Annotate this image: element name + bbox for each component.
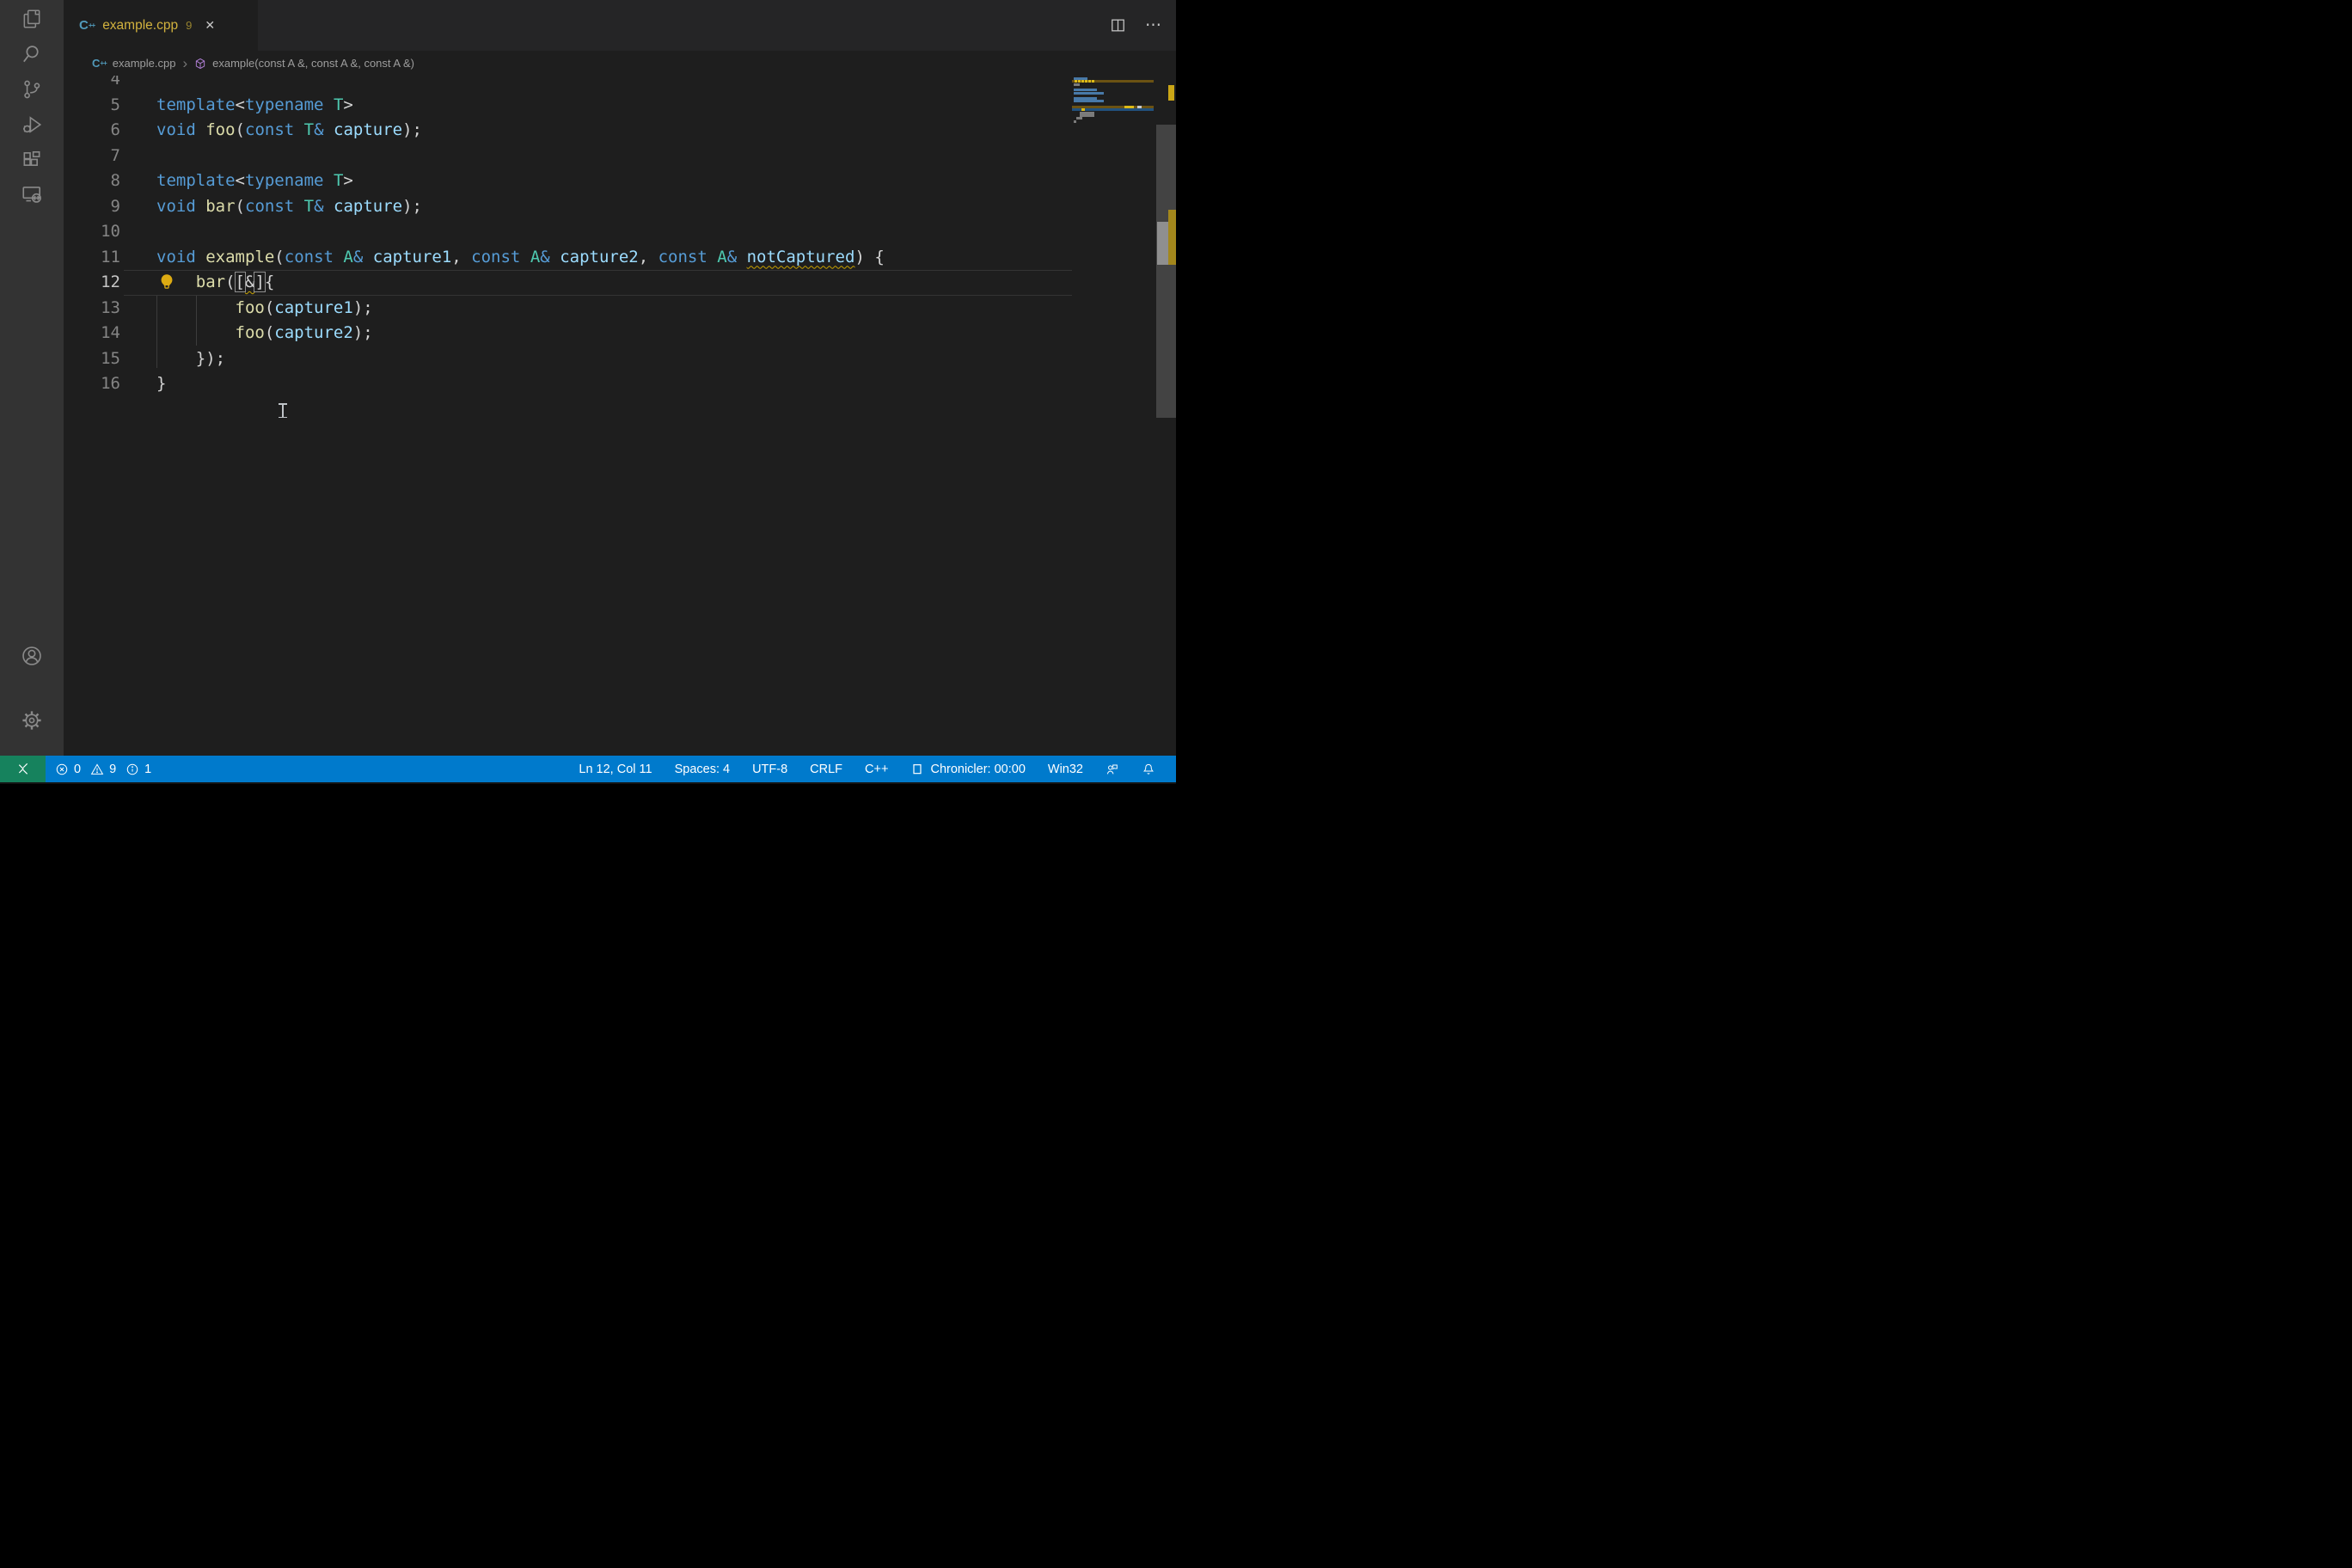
breadcrumb-symbol[interactable]: example(const A &, const A &, const A &): [212, 57, 414, 70]
square-icon: [910, 763, 924, 776]
remote-icon: [16, 763, 30, 776]
line-number: 13: [64, 296, 120, 322]
code-line-13[interactable]: 13 foo(capture1);: [64, 296, 1072, 322]
breadcrumb: C++ example.cpp › example(const A &, con…: [64, 51, 1176, 76]
code-line-16[interactable]: 16}: [64, 371, 1072, 397]
split-editor-icon[interactable]: [1110, 17, 1126, 34]
info-count: 1: [144, 763, 151, 776]
notifications-bell-icon[interactable]: [1142, 763, 1155, 776]
tab-problems-badge: 9: [186, 19, 192, 32]
error-icon: [55, 763, 69, 776]
platform-status[interactable]: Win32: [1048, 763, 1083, 776]
warning-icon: [90, 763, 104, 776]
code-line-7[interactable]: 7: [64, 144, 1072, 169]
tab-bar: C++ example.cpp 9 ✕ ⋯: [64, 0, 1176, 51]
line-number: 11: [64, 245, 120, 271]
breadcrumb-file[interactable]: example.cpp: [113, 57, 176, 70]
scrollbar-overview-ruler: [1156, 76, 1176, 756]
extensions-icon[interactable]: [21, 149, 43, 171]
mouse-ibeam-cursor: [279, 403, 287, 418]
line-number: 5: [64, 93, 120, 119]
indent-guide: [156, 296, 157, 368]
line-number: 16: [64, 371, 120, 397]
encoding-status[interactable]: UTF-8: [752, 763, 787, 776]
code-line-12[interactable]: 12 bar([&]{: [64, 270, 1072, 296]
activity-bar: [0, 0, 64, 784]
error-count: 0: [74, 763, 81, 776]
vscode-window: C++ example.cpp 9 ✕ ⋯ C++ example.cpp › …: [0, 0, 1176, 784]
feedback-icon[interactable]: [1106, 763, 1119, 776]
lightbulb-icon[interactable]: [157, 273, 176, 292]
code-line-9[interactable]: 9void bar(const T& capture);: [64, 194, 1072, 220]
explorer-icon[interactable]: [21, 8, 43, 30]
minimap[interactable]: [1072, 76, 1156, 756]
run-and-debug-icon[interactable]: [21, 113, 43, 136]
eol-status[interactable]: CRLF: [810, 763, 842, 776]
code-line-10[interactable]: 10: [64, 219, 1072, 245]
minimap-row: [1072, 120, 1154, 123]
settings-gear-icon[interactable]: [21, 709, 43, 732]
code-line-4[interactable]: 4: [64, 76, 1072, 93]
cursor-position[interactable]: Ln 12, Col 11: [579, 763, 652, 776]
remote-indicator[interactable]: [0, 756, 46, 782]
info-icon: [126, 763, 139, 776]
indentation-status[interactable]: Spaces: 4: [675, 763, 731, 776]
editor-actions: ⋯: [1110, 0, 1162, 51]
line-number: 6: [64, 118, 120, 144]
problems-status[interactable]: 0 9 1: [55, 756, 151, 782]
symbol-method-icon: [194, 58, 206, 70]
overview-viewport-marker: [1157, 222, 1168, 265]
code-line-5[interactable]: 5template<typename T>: [64, 93, 1072, 119]
window-bottom-edge: [0, 782, 1176, 784]
tab-example-cpp[interactable]: C++ example.cpp 9 ✕: [64, 0, 258, 51]
line-number: 4: [64, 76, 120, 93]
cpp-file-icon: C++: [79, 20, 95, 31]
status-bar: 0 9 1 Ln 12, Col 11 Spaces: 4 UTF-8 CRLF…: [0, 756, 1176, 782]
warning-count: 9: [109, 763, 116, 776]
tab-close-icon[interactable]: ✕: [205, 18, 215, 33]
search-icon[interactable]: [21, 43, 43, 65]
line-number: 9: [64, 194, 120, 220]
line-number: 10: [64, 219, 120, 245]
chronicler-status[interactable]: Chronicler: 00:00: [910, 763, 1025, 776]
line-number: 12: [64, 270, 120, 296]
code-line-8[interactable]: 8template<typename T>: [64, 168, 1072, 194]
code-line-11[interactable]: 11void example(const A& capture1, const …: [64, 245, 1072, 271]
indent-guide: [196, 296, 197, 346]
remote-explorer-icon[interactable]: [21, 183, 43, 205]
accounts-icon[interactable]: [21, 645, 43, 667]
overview-warning-marker: [1168, 85, 1174, 101]
line-number: 8: [64, 168, 120, 194]
status-bar-right: Ln 12, Col 11 Spaces: 4 UTF-8 CRLF C++ C…: [579, 756, 1176, 782]
code-line-14[interactable]: 14 foo(capture2);: [64, 321, 1072, 346]
code-line-6[interactable]: 6void foo(const T& capture);: [64, 118, 1072, 144]
scrollbar-slider[interactable]: [1156, 125, 1176, 418]
overview-warning-marker: [1168, 210, 1176, 265]
line-number: 15: [64, 346, 120, 372]
chevron-right-icon: ›: [182, 58, 187, 69]
more-actions-icon[interactable]: ⋯: [1145, 21, 1162, 30]
code-line-15[interactable]: 15 });: [64, 346, 1072, 372]
tab-label: example.cpp: [102, 18, 178, 34]
line-number: 7: [64, 144, 120, 169]
line-number: 14: [64, 321, 120, 346]
language-mode[interactable]: C++: [865, 763, 888, 776]
source-control-icon[interactable]: [21, 78, 43, 101]
cpp-file-icon: C++: [92, 58, 107, 69]
editor-viewport[interactable]: 45template<typename T>6void foo(const T&…: [64, 76, 1176, 756]
